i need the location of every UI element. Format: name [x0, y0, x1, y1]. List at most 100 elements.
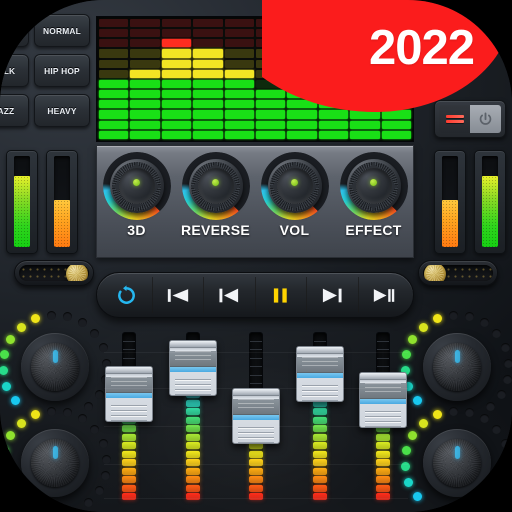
- fast-forward-button[interactable]: [307, 277, 359, 313]
- spectrum-cell: [99, 18, 129, 28]
- spectrum-cell: [381, 120, 412, 129]
- preset-row: JAZZ HEAVY: [0, 94, 96, 127]
- effect-knob-panel: 3D REVERSE VOL EFFECT: [96, 145, 414, 258]
- knob-indicator: [454, 446, 460, 459]
- led-off: [504, 358, 512, 368]
- handle-grip: [296, 357, 343, 373]
- handle-cap: [233, 389, 279, 396]
- band-1-fader[interactable]: [104, 330, 154, 504]
- vol-knob[interactable]: [260, 152, 329, 220]
- led-off: [78, 318, 88, 328]
- spectrum-cell: [350, 130, 380, 139]
- treble-meter[interactable]: [46, 150, 78, 254]
- handle-lines: [360, 404, 406, 427]
- knob-face: [355, 168, 392, 204]
- fader-led-meter: [376, 416, 390, 500]
- knob-body: [21, 333, 89, 401]
- eq-band-faders: [104, 330, 408, 512]
- fast-forward-icon: [323, 288, 342, 302]
- spectrum-cell: [99, 69, 129, 78]
- fader-handle[interactable]: [232, 388, 280, 444]
- fader-handle[interactable]: [105, 366, 153, 422]
- meter-track: [482, 156, 498, 247]
- led-on: [6, 334, 16, 344]
- virtualizer-meter[interactable]: [434, 150, 466, 254]
- preset-button-normal[interactable]: NORMAL: [34, 14, 90, 47]
- left-meter-group: [6, 150, 78, 254]
- fader-led: [312, 476, 327, 483]
- spectrum-cell: [161, 69, 192, 78]
- fader-handle[interactable]: [295, 346, 344, 402]
- spectrum-cell: [318, 130, 349, 139]
- spectrum-column: [99, 18, 129, 139]
- band-4-fader[interactable]: [295, 330, 345, 504]
- slider-knob[interactable]: [66, 265, 88, 281]
- led-off: [78, 414, 88, 424]
- led-on: [6, 430, 16, 440]
- preset-button-hiphop[interactable]: HIP HOP: [34, 54, 90, 87]
- spectrum-cell: [99, 90, 129, 99]
- spectrum-cell: [193, 130, 223, 139]
- fader-led: [122, 476, 136, 483]
- bass-boost-slider[interactable]: [14, 260, 94, 286]
- fader-led-meter: [122, 416, 136, 500]
- 3d-knob[interactable]: [102, 152, 171, 220]
- fader-led: [376, 433, 390, 441]
- spectrum-cell: [130, 29, 160, 38]
- preset-button-jazz[interactable]: JAZZ: [0, 94, 29, 127]
- led-off: [465, 408, 475, 418]
- preset-button-dance[interactable]: NCE: [0, 14, 29, 47]
- led-off: [485, 498, 495, 508]
- slider-knob[interactable]: [424, 265, 446, 281]
- fader-led: [376, 476, 390, 483]
- preset-button-folk[interactable]: FOLK: [0, 54, 29, 87]
- fader-led: [312, 408, 327, 415]
- loud-ring-knob[interactable]: [398, 404, 512, 512]
- effect-knob[interactable]: [339, 152, 408, 220]
- spectrum-cell: [130, 79, 160, 89]
- led-on: [10, 491, 20, 501]
- fader-led: [185, 484, 200, 492]
- treble-ring-knob[interactable]: [0, 404, 114, 512]
- led-on: [31, 314, 41, 324]
- spectrum-cell: [161, 49, 192, 58]
- knob-bezel: [267, 159, 322, 213]
- knob-indicator: [52, 350, 58, 363]
- fader-gridline: [104, 388, 408, 389]
- fader-led: [122, 467, 136, 475]
- fader-led: [122, 442, 136, 449]
- fader-handle[interactable]: [359, 372, 407, 428]
- slider-track: [423, 265, 493, 281]
- pause-button[interactable]: [256, 277, 307, 313]
- fader-led: [312, 442, 327, 449]
- fader-led: [122, 433, 136, 441]
- spectrum-cell: [99, 59, 129, 68]
- fader-led: [185, 467, 200, 475]
- spectrum-cell: [161, 110, 192, 119]
- fader-led-meter: [185, 382, 200, 500]
- bass-meter[interactable]: [6, 150, 38, 254]
- led-off: [492, 329, 502, 339]
- rewind-button[interactable]: [204, 277, 256, 313]
- preset-button-heavy[interactable]: HEAVY: [34, 94, 90, 127]
- loudness-meter[interactable]: [474, 150, 506, 254]
- band-5-fader[interactable]: [358, 330, 408, 504]
- spectrum-cell: [224, 49, 255, 58]
- fader-led: [376, 467, 390, 475]
- handle-grip: [106, 377, 152, 393]
- equalizer-app-window: NCE NORMAL FOLK HIP HOP JAZZ HEAVY: [0, 0, 512, 512]
- reverse-knob[interactable]: [181, 152, 250, 220]
- knob-cell-reverse: REVERSE: [179, 152, 253, 238]
- led-off: [63, 408, 73, 418]
- knob-bezel: [346, 159, 401, 213]
- band-2-fader[interactable]: [168, 330, 218, 504]
- spectrum-cell: [99, 130, 129, 139]
- spectrum-column: [193, 18, 223, 139]
- previous-track-button[interactable]: [153, 277, 204, 313]
- virtualizer-slider[interactable]: [418, 260, 498, 286]
- knob-cell-effect: EFFECT: [337, 152, 411, 238]
- spectrum-cell: [161, 39, 192, 48]
- spectrum-cell: [99, 39, 129, 48]
- knob-indicator: [454, 350, 460, 363]
- band-3-fader[interactable]: [231, 330, 281, 504]
